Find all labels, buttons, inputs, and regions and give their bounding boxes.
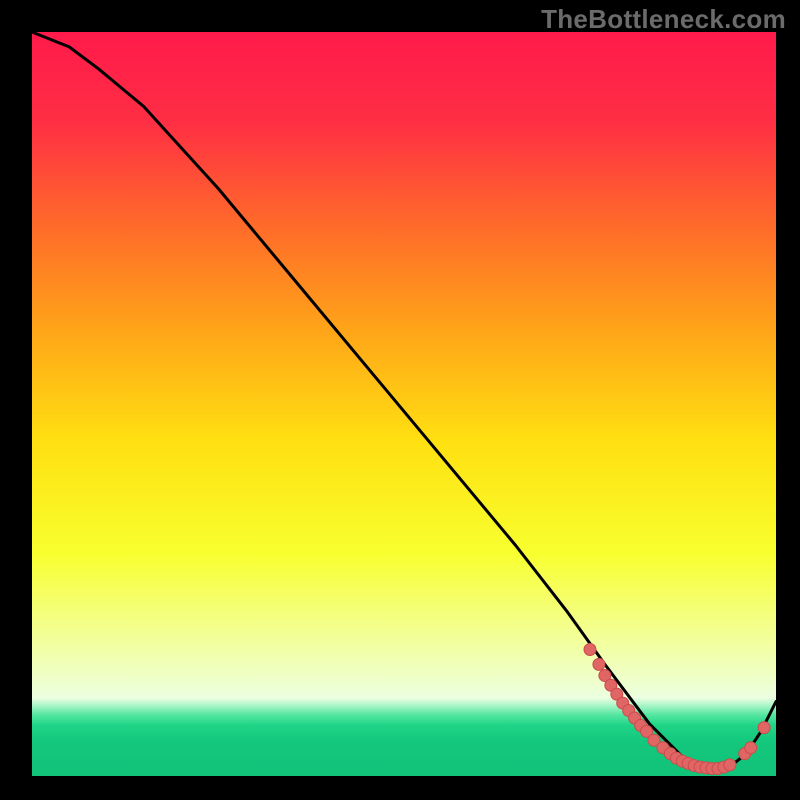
plot-background <box>32 32 776 776</box>
curve-marker <box>724 759 736 771</box>
curve-marker <box>593 658 605 670</box>
curve-marker <box>745 742 757 754</box>
curve-marker <box>758 722 770 734</box>
chart-container: TheBottleneck.com <box>0 0 800 800</box>
bottleneck-chart <box>0 0 800 800</box>
curve-marker <box>584 644 596 656</box>
